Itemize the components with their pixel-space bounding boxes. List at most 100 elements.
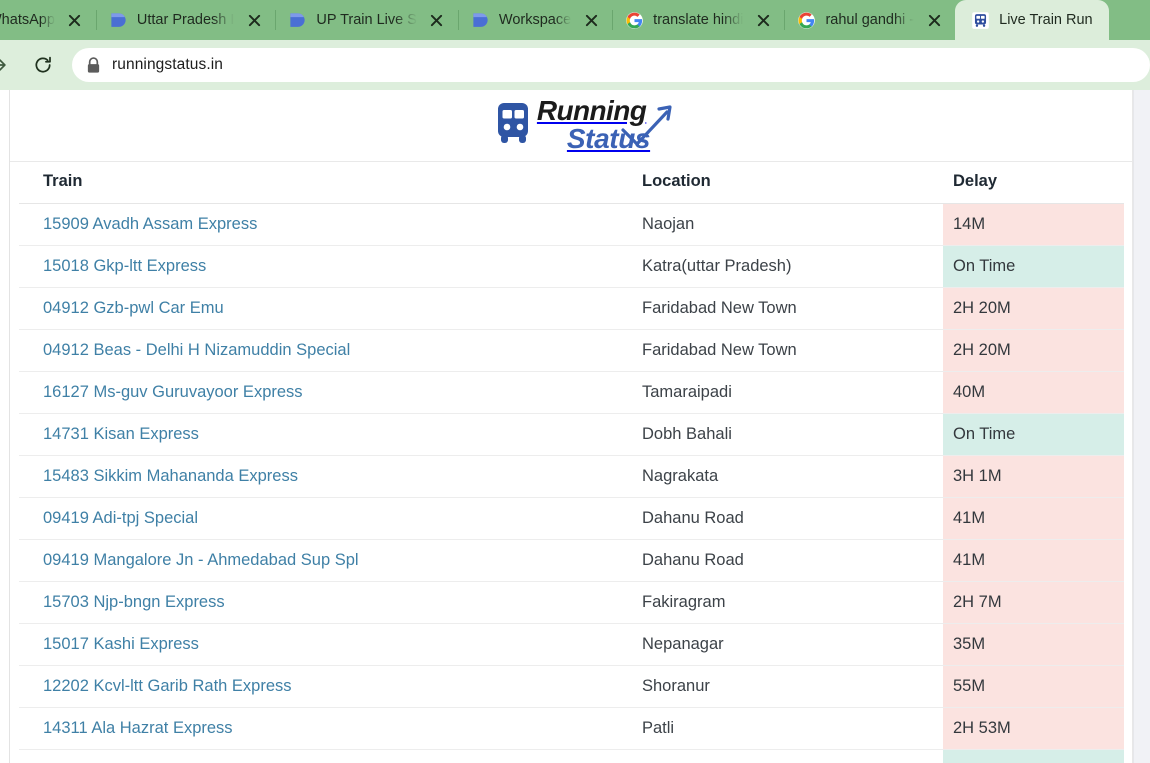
blue-d-icon [111,12,126,27]
site-logo[interactable]: Running Status [492,97,672,153]
table-row: 04912 Beas - Delhi H Nizamuddin Special F… [19,329,1124,372]
cell-delay: 41M [943,539,1124,582]
train-link[interactable]: 04912 Gzb-pwl Car Emu [43,299,224,317]
table-body: 15909 Avadh Assam Express Naojan 14M 15018 … [19,203,1124,763]
train-link[interactable]: 09419 Adi-tpj Special [43,509,198,527]
tab-title: rahul gandhi - [825,12,915,28]
table-row: 14731 Kisan Express Dobh Bahali On Time [19,413,1124,456]
tab-close-button[interactable] [580,9,602,31]
column-header-location[interactable]: Location [630,162,943,204]
cell-location: Naojan [630,203,943,246]
browser-tab[interactable]: translate hindi [613,0,784,40]
reload-icon [35,56,51,73]
tab-title: Uttar Pradesh I [136,12,235,28]
browser-tab[interactable]: WhatsApp [0,0,96,40]
google-icon [626,11,643,29]
growth-arrow-icon [621,105,672,146]
tab-strip: WhatsApp Uttar Pradesh I UP Train Live S Wo… [0,0,1150,40]
address-bar[interactable]: runningstatus.in [72,48,1150,82]
page-viewport: Running Status Train Location Delay 1590… [0,90,1150,763]
train-status-table-wrap: Train Location Delay 15909 Avadh Assam E… [10,162,1132,763]
train-link[interactable]: 15018 Gkp-ltt Express [43,257,206,275]
site-header: Running Status [10,90,1132,162]
cell-train: 12920 Malwa Express [19,749,630,763]
tab-close-button[interactable] [243,9,265,31]
cell-location: Patli [630,707,943,750]
close-icon [757,14,770,26]
cell-location: Nagrakata [630,455,943,498]
cell-train: 16127 Ms-guv Guruvayoor Express [19,371,630,414]
page-scrollbar[interactable] [1133,90,1150,763]
train-link[interactable]: 15703 Njp-bngn Express [43,593,225,611]
train-link[interactable]: 14731 Kisan Express [43,425,199,443]
blue-d-icon [473,12,488,27]
page-content: Running Status Train Location Delay 1590… [9,90,1133,763]
cell-train: 14311 Ala Hazrat Express [19,707,630,750]
cell-delay: 2H 53M [943,707,1124,750]
cell-delay: 41M [943,497,1124,540]
train-link[interactable]: 14311 Ala Hazrat Express [43,719,233,737]
address-bar-text[interactable]: runningstatus.in [112,56,223,74]
train-link[interactable]: 16127 Ms-guv Guruvayoor Express [43,383,303,401]
cell-train: 09419 Adi-tpj Special [19,497,630,540]
cell-location: Katra(uttar Pradesh) [630,245,943,288]
train-link[interactable]: 04912 Beas - Delhi H Nizamuddin Special [43,341,350,359]
cell-train: 09419 Mangalore Jn - Ahmedabad Sup Spl [19,539,630,582]
close-icon [928,14,940,26]
train-link[interactable]: 15017 Kashi Express [43,635,199,653]
train-status-table: Train Location Delay 15909 Avadh Assam E… [19,162,1124,763]
train-link[interactable]: 12202 Kcvl-ltt Garib Rath Express [43,677,292,695]
close-icon [431,14,443,26]
tab-title: Workspace [498,12,572,28]
cell-delay: On Time [943,413,1124,456]
cell-train: 15017 Kashi Express [19,623,630,666]
browser-tab[interactable]: Workspace [459,0,612,40]
lock-icon [87,56,100,73]
browser-window: WhatsApp Uttar Pradesh I UP Train Live S Wo… [0,0,1150,763]
browser-tab-active[interactable]: Live Train Run [955,0,1109,40]
cell-delay: 40M [943,371,1124,414]
table-row: 15018 Gkp-ltt Express Katra(uttar Pradesh… [19,245,1124,288]
column-header-delay[interactable]: Delay [943,162,1124,204]
table-header-row: Train Location Delay [19,162,1124,204]
close-icon [69,14,81,26]
table-row: 16127 Ms-guv Guruvayoor Express Tamaraipa… [19,371,1124,414]
train-link[interactable]: 09419 Mangalore Jn - Ahmedabad Sup Spl [43,551,359,569]
tab-close-button[interactable] [64,9,86,31]
cell-train: 15018 Gkp-ltt Express [19,245,630,288]
browser-toolbar: runningstatus.in [0,40,1150,90]
column-header-train[interactable]: Train [19,162,630,204]
close-icon [585,14,597,26]
train-link[interactable]: 15483 Sikkim Mahananda Express [43,467,298,485]
browser-tab[interactable]: Uttar Pradesh I [97,0,276,40]
cell-train: 15909 Avadh Assam Express [19,203,630,246]
browser-tab[interactable]: rahul gandhi - [785,0,955,40]
table-row: 12202 Kcvl-ltt Garib Rath Express Shoranu… [19,665,1124,708]
cell-delay: 35M [943,623,1124,666]
train-link[interactable]: 15909 Avadh Assam Express [43,215,257,233]
tab-title: Live Train Run [999,12,1093,28]
tab-close-button[interactable] [752,9,774,31]
table-row: 15703 Njp-bngn Express Fakiragram 2H 7M [19,581,1124,624]
tab-close-button[interactable] [426,9,448,31]
table-row: 09419 Adi-tpj Special Dahanu Road 41M [19,497,1124,540]
cell-location: Shoranur [630,665,943,708]
tab-close-button[interactable] [923,9,945,31]
forward-button[interactable] [0,48,16,82]
cell-delay: 3H 1M [943,455,1124,498]
cell-location: Faridabad New Town [630,287,943,330]
cell-delay: On Time [943,749,1124,763]
browser-tab[interactable]: UP Train Live S [276,0,457,40]
blue-d-icon [290,12,306,27]
cell-train: 14731 Kisan Express [19,413,630,456]
reload-button[interactable] [26,48,60,82]
cell-location: Tamaraipadi [630,371,943,414]
cell-location: Khanna [630,749,943,763]
cell-train: 15703 Njp-bngn Express [19,581,630,624]
tab-title: UP Train Live S [316,12,417,28]
table-row: 15017 Kashi Express Nepanagar 35M [19,623,1124,666]
cell-delay: 14M [943,203,1124,246]
tab-title: WhatsApp [0,12,55,28]
table-header: Train Location Delay [19,162,1124,204]
cell-location: Nepanagar [630,623,943,666]
